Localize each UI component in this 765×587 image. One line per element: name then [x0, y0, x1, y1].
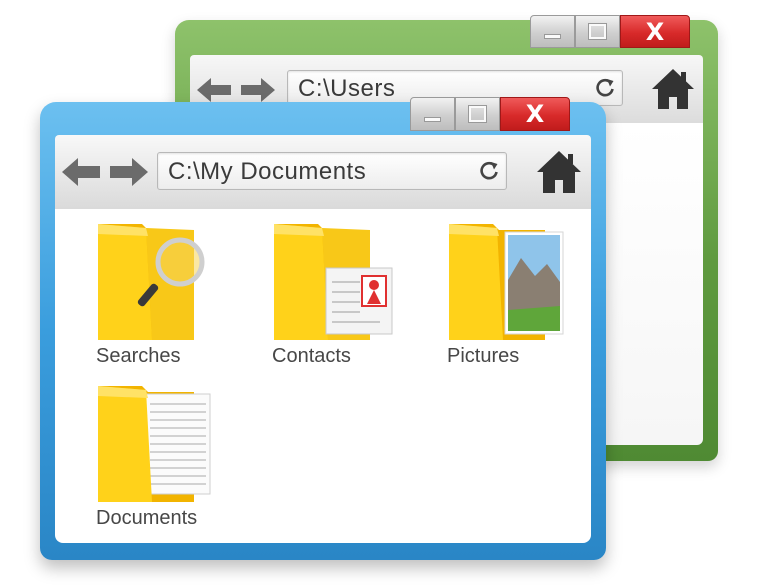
folder-label-contacts: Contacts: [272, 345, 351, 367]
back-window-controls: X: [530, 15, 690, 48]
folder-papers-icon: [98, 386, 211, 502]
front-nav-arrows: [62, 158, 148, 186]
home-icon[interactable]: [650, 66, 696, 112]
maximize-icon: [468, 105, 487, 123]
minimize-icon: [424, 117, 441, 122]
folder-contact-card-icon: [274, 224, 393, 340]
folder-contacts[interactable]: Contacts: [270, 220, 400, 367]
front-address-text: C:\My Documents: [168, 158, 367, 185]
folder-pictures[interactable]: Pictures: [445, 220, 570, 367]
back-minimize-button[interactable]: [530, 15, 575, 48]
front-close-button[interactable]: X: [500, 97, 570, 131]
back-close-button[interactable]: X: [620, 15, 690, 48]
folder-photo-icon: [449, 224, 564, 340]
back-maximize-button[interactable]: [575, 15, 620, 48]
back-nav-arrows: [197, 78, 275, 102]
refresh-icon[interactable]: [594, 77, 616, 99]
back-arrow-icon[interactable]: [62, 158, 100, 186]
back-arrow-icon[interactable]: [197, 78, 231, 102]
front-minimize-button[interactable]: [410, 97, 455, 131]
front-window-controls: X: [410, 97, 570, 131]
minimize-icon: [544, 34, 561, 39]
folder-magnifier-icon: [98, 224, 205, 340]
front-maximize-button[interactable]: [455, 97, 500, 131]
folder-label-searches: Searches: [96, 345, 181, 367]
home-icon[interactable]: [534, 148, 584, 196]
forward-arrow-icon[interactable]: [241, 78, 275, 102]
folder-label-documents: Documents: [96, 507, 198, 529]
refresh-icon[interactable]: [478, 160, 500, 182]
folder-label-pictures: Pictures: [447, 345, 520, 367]
maximize-icon: [588, 23, 607, 40]
folder-documents[interactable]: Documents: [94, 382, 219, 529]
folder-searches[interactable]: Searches: [94, 220, 214, 367]
forward-arrow-icon[interactable]: [110, 158, 148, 186]
back-address-text: C:\Users: [298, 75, 396, 102]
front-address-bar[interactable]: C:\My Documents: [157, 152, 507, 190]
